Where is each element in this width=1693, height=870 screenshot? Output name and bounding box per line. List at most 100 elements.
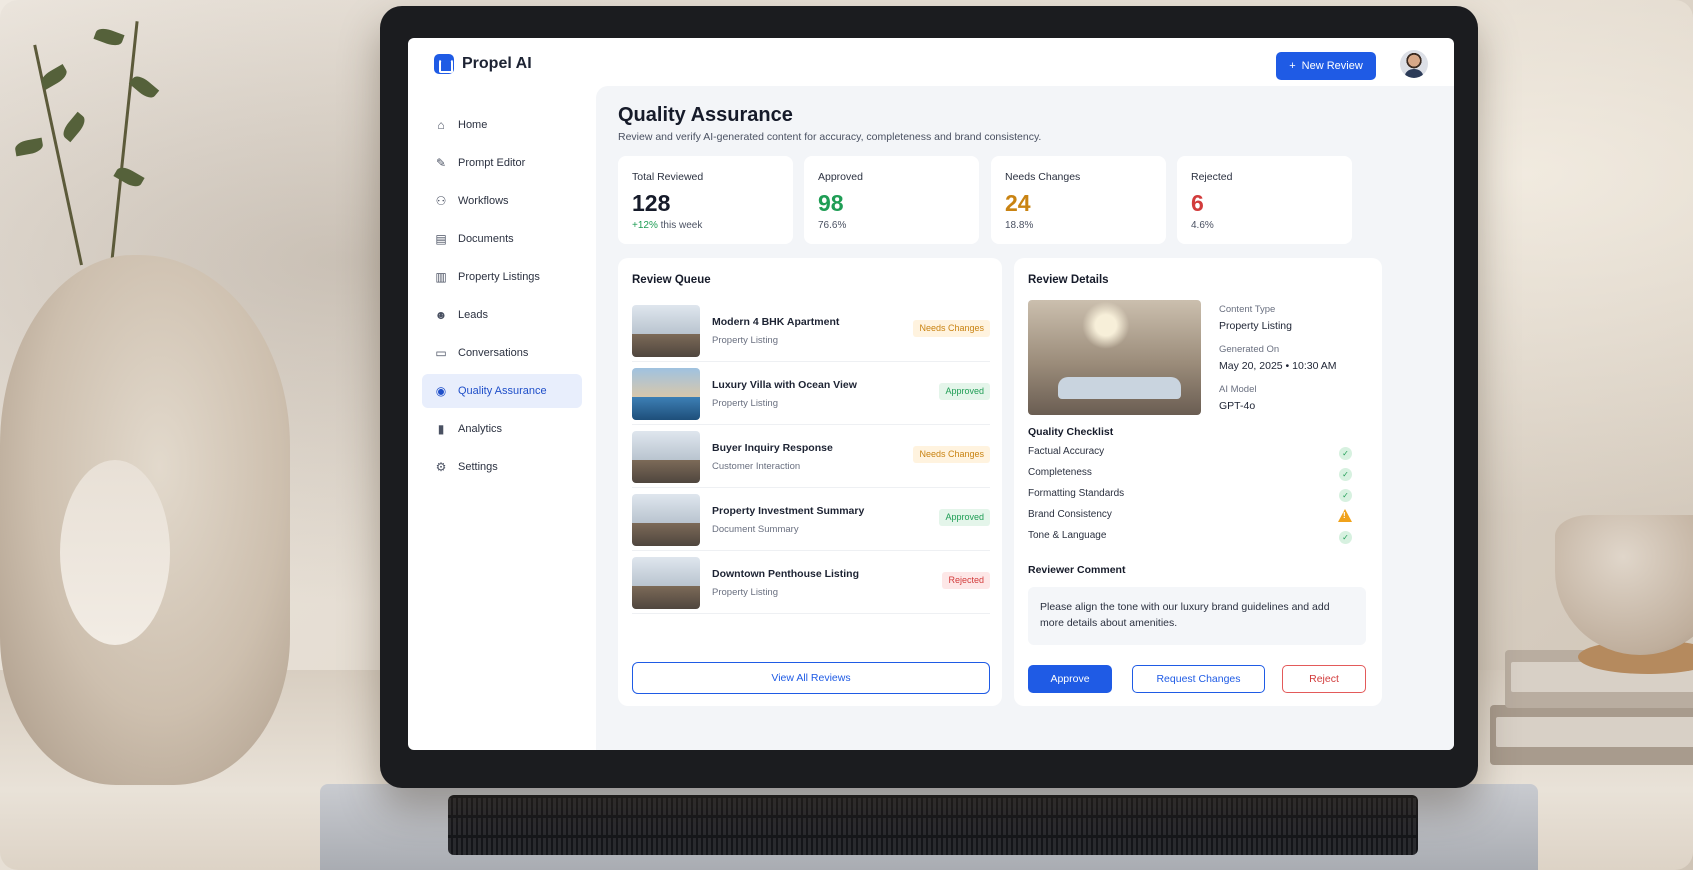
sidebar-item-label: Quality Assurance [458, 385, 547, 397]
stat-label: Total Reviewed [632, 171, 704, 183]
new-review-label: New Review [1301, 60, 1363, 72]
queue-row[interactable]: Buyer Inquiry Response Customer Interacti… [632, 426, 990, 488]
ai-model-value: GPT-4o [1219, 400, 1256, 412]
checklist-item: Factual Accuracy ✓ [1028, 446, 1352, 464]
queue-row[interactable]: Luxury Villa with Ocean View Property Lis… [632, 363, 990, 425]
bar-chart-icon: ▮ [437, 422, 445, 436]
gear-icon: ⚙ [435, 460, 447, 474]
stat-foot: 18.8% [1005, 220, 1034, 231]
stat-card-rejected: Rejected 6 4.6% [1177, 156, 1352, 244]
approve-button[interactable]: Approve [1028, 665, 1112, 693]
stat-label: Approved [818, 171, 863, 183]
status-badge: Approved [939, 383, 990, 400]
status-badge: Needs Changes [913, 446, 990, 463]
checklist-item: Formatting Standards ✓ [1028, 488, 1352, 506]
sidebar-item-label: Leads [458, 309, 488, 321]
sidebar-item-conversations[interactable]: ▭ Conversations [422, 336, 582, 370]
reviewer-comment-title: Reviewer Comment [1028, 564, 1126, 576]
laptop-keyboard [448, 795, 1418, 855]
checklist-label: Tone & Language [1028, 530, 1107, 541]
listing-thumbnail [632, 557, 700, 609]
queue-row[interactable]: Property Investment Summary Document Summ… [632, 489, 990, 551]
sidebar-item-analytics[interactable]: ▮ Analytics [422, 412, 582, 446]
sidebar-item-label: Workflows [458, 195, 509, 207]
queue-row[interactable]: Downtown Penthouse Listing Property Listi… [632, 552, 990, 614]
users-icon: ☻ [434, 308, 448, 322]
queue-item-type: Property Listing [712, 335, 779, 346]
background-scene: Propel AI + New Review ⌂ Home ✎ Prompt Edit… [0, 0, 1693, 870]
edit-icon: ✎ [435, 156, 447, 170]
checklist-title: Quality Checklist [1028, 426, 1114, 438]
review-details-title: Review Details [1028, 274, 1109, 286]
brand-name: Propel AI [462, 55, 532, 72]
listing-thumbnail [632, 305, 700, 357]
stat-foot-text: this week [660, 220, 703, 231]
chat-icon: ▭ [435, 346, 447, 360]
sidebar: ⌂ Home ✎ Prompt Editor ⚇ Workflows ▤ Documents ▥… [422, 108, 582, 488]
new-review-button[interactable]: + New Review [1276, 52, 1376, 80]
vase-hole [60, 460, 170, 645]
stat-value: 6 [1191, 190, 1204, 216]
sidebar-item-property-listings[interactable]: ▥ Property Listings [422, 260, 582, 294]
warning-icon [1338, 509, 1352, 522]
checklist-label: Completeness [1028, 467, 1092, 478]
review-queue-panel: Review Queue Modern 4 BHK Apartment Prope… [618, 258, 1002, 706]
reject-button[interactable]: Reject [1282, 665, 1366, 693]
queue-item-title: Buyer Inquiry Response [712, 442, 833, 454]
checklist-item: Tone & Language ✓ [1028, 530, 1352, 548]
stat-card-total: Total Reviewed 128 +12% this week [618, 156, 793, 244]
sidebar-item-label: Property Listings [458, 271, 540, 283]
queue-item-type: Property Listing [712, 587, 779, 598]
queue-item-title: Downtown Penthouse Listing [712, 568, 859, 580]
generated-on-value: May 20, 2025 • 10:30 AM [1219, 360, 1337, 372]
sidebar-item-documents[interactable]: ▤ Documents [422, 222, 582, 256]
book [1490, 705, 1693, 765]
stat-foot: 76.6% [818, 220, 847, 231]
top-bar: Propel AI + New Review [408, 38, 1454, 90]
listing-thumbnail [632, 494, 700, 546]
generated-on-label: Generated On [1219, 344, 1280, 355]
shield-check-icon: ◉ [435, 384, 447, 398]
reviewer-comment: Please align the tone with our luxury br… [1028, 587, 1366, 645]
sidebar-item-prompt-editor[interactable]: ✎ Prompt Editor [422, 146, 582, 180]
brand[interactable]: Propel AI [434, 54, 532, 74]
queue-item-type: Customer Interaction [712, 461, 801, 472]
sidebar-item-label: Analytics [458, 423, 503, 435]
sidebar-item-leads[interactable]: ☻ Leads [422, 298, 582, 332]
page-title: Quality Assurance [618, 104, 793, 126]
logo-icon [434, 54, 454, 74]
check-circle-icon: ✓ [1339, 447, 1352, 460]
queue-item-title: Modern 4 BHK Apartment [712, 316, 840, 328]
view-all-reviews-button[interactable]: View All Reviews [632, 662, 990, 694]
stat-value: 98 [818, 190, 844, 216]
plus-icon: + [1289, 60, 1296, 72]
sidebar-item-label: Prompt Editor [458, 157, 526, 169]
status-badge: Needs Changes [913, 320, 990, 337]
stat-card-needs-changes: Needs Changes 24 18.8% [991, 156, 1166, 244]
stat-delta: +12% [632, 220, 658, 231]
sidebar-item-quality-assurance[interactable]: ◉ Quality Assurance [422, 374, 582, 408]
sidebar-item-workflows[interactable]: ⚇ Workflows [422, 184, 582, 218]
listing-thumbnail [632, 431, 700, 483]
ai-model-label: AI Model [1219, 384, 1257, 395]
status-badge: Rejected [942, 572, 990, 589]
document-icon: ▤ [435, 232, 447, 246]
content-type-value: Property Listing [1219, 320, 1292, 332]
main-content: Quality Assurance Review and verify AI-g… [596, 86, 1454, 750]
request-changes-button[interactable]: Request Changes [1132, 665, 1265, 693]
sidebar-item-home[interactable]: ⌂ Home [422, 108, 582, 142]
queue-item-type: Property Listing [712, 398, 779, 409]
stat-value: 128 [632, 190, 671, 216]
stat-label: Rejected [1191, 171, 1233, 183]
avatar[interactable] [1400, 50, 1428, 78]
stat-value: 24 [1005, 190, 1031, 216]
queue-row[interactable]: Modern 4 BHK Apartment Property Listing Ne… [632, 300, 990, 362]
listing-thumbnail [632, 368, 700, 420]
sidebar-item-settings[interactable]: ⚙ Settings [422, 450, 582, 484]
review-queue-title: Review Queue [632, 274, 711, 286]
sidebar-item-label: Home [458, 119, 488, 131]
home-icon: ⌂ [437, 118, 445, 132]
stat-label: Needs Changes [1005, 171, 1081, 183]
stat-foot: 4.6% [1191, 220, 1214, 231]
checklist-label: Formatting Standards [1028, 488, 1125, 499]
